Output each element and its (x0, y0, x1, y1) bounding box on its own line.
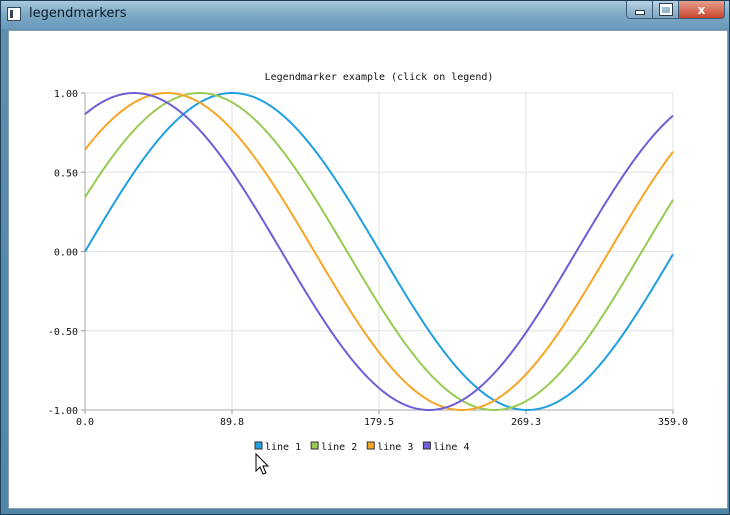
maximize-icon (658, 3, 673, 16)
chart-title: Legendmarker example (click on legend) (265, 72, 494, 83)
y-tick-label: -1.00 (48, 406, 78, 417)
legend-label[interactable]: line 3 (377, 442, 413, 453)
x-tick-label: 179.5 (364, 417, 394, 428)
mouse-cursor-icon (255, 452, 270, 475)
x-tick-label: 269.3 (511, 417, 541, 428)
x-tick-label: 0.0 (76, 417, 94, 428)
legend-label[interactable]: line 2 (321, 442, 357, 453)
app-window: legendmarkers x Legendmarker example (cl… (0, 0, 730, 515)
legend-marker[interactable] (422, 441, 431, 450)
y-tick-label: -0.50 (48, 327, 78, 338)
legend-item-1[interactable]: line 1 (254, 441, 301, 453)
chart-svg: Legendmarker example (click on legend) 0… (48, 72, 688, 475)
legend-marker[interactable] (366, 441, 375, 450)
x-tick-label: 359.0 (658, 417, 688, 428)
y-tick-label: 0.50 (54, 168, 78, 179)
window-title: legendmarkers (29, 6, 127, 21)
title-bar[interactable]: legendmarkers x (1, 1, 729, 29)
minimize-icon (634, 10, 645, 15)
legend: line 1 line 2 line 3 line 4 (254, 441, 470, 453)
legend-item-3[interactable]: line 3 (366, 441, 413, 453)
y-tick-label: 1.00 (54, 89, 78, 100)
app-icon (7, 7, 21, 21)
legend-item-2[interactable]: line 2 (310, 441, 357, 453)
minimize-button[interactable] (626, 1, 653, 19)
x-tick-label: 89.8 (220, 417, 244, 428)
legend-item-4[interactable]: line 4 (422, 441, 470, 453)
legend-label[interactable]: line 1 (265, 442, 301, 453)
legend-marker[interactable] (254, 441, 263, 450)
y-tick-label: 0.00 (54, 248, 78, 259)
legend-label[interactable]: line 4 (433, 442, 469, 453)
close-button[interactable]: x (678, 1, 725, 19)
maximize-button[interactable] (652, 1, 679, 19)
legend-marker[interactable] (310, 441, 319, 450)
close-icon: x (697, 2, 706, 17)
chart-view: Legendmarker example (click on legend) 0… (8, 30, 728, 509)
